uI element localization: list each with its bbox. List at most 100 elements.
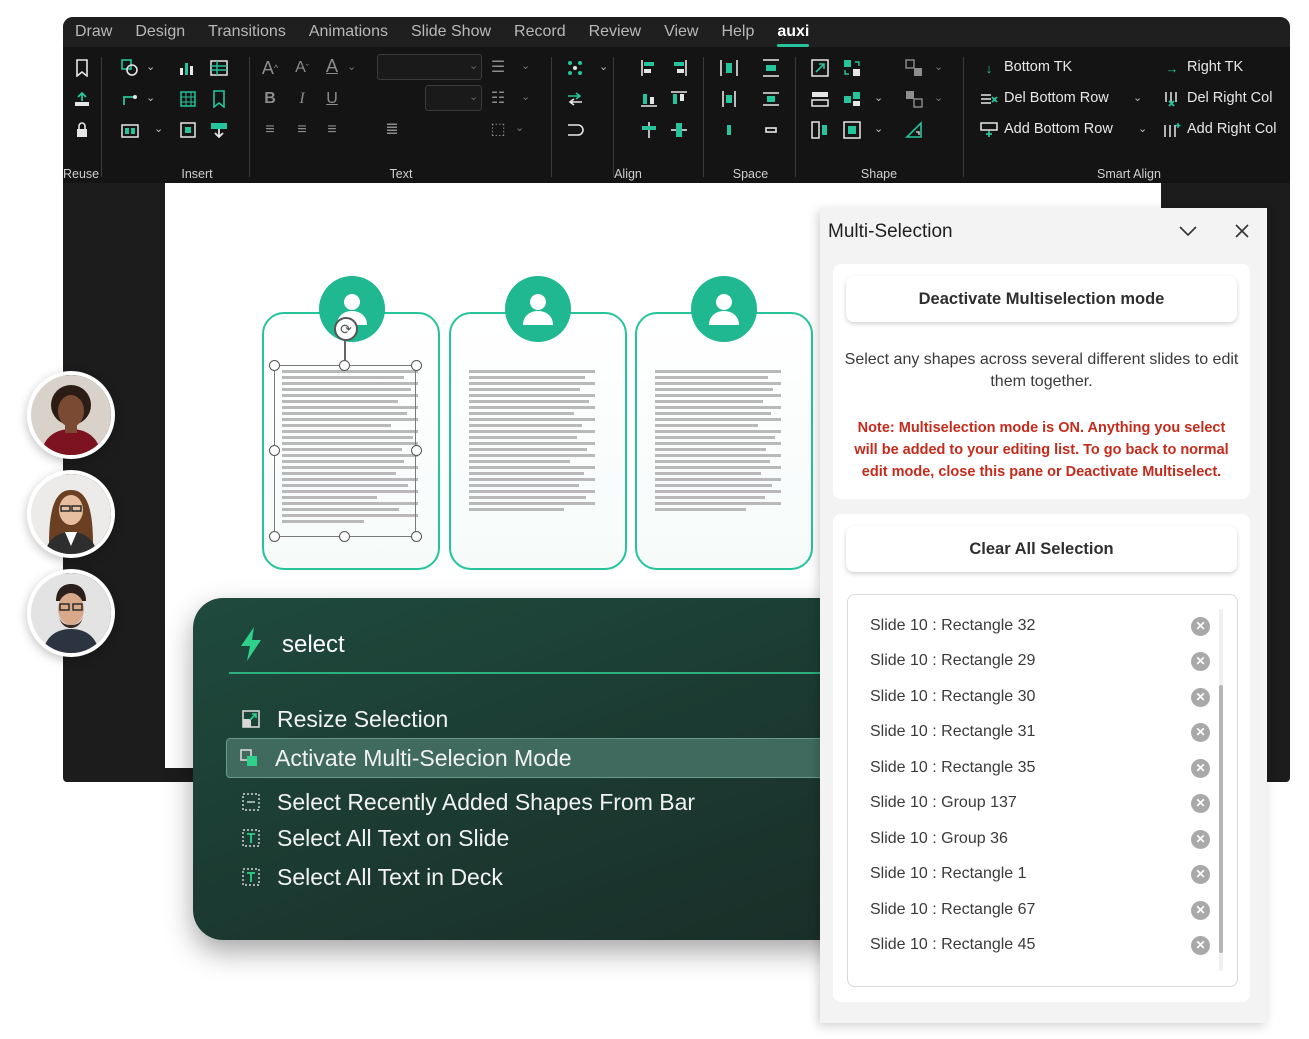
- tab-auxi[interactable]: auxi: [777, 23, 810, 47]
- table-icon[interactable]: [208, 57, 230, 79]
- chevron-down-icon[interactable]: ⌄: [469, 59, 478, 72]
- italic-icon[interactable]: I: [291, 88, 313, 110]
- resize-handle[interactable]: [411, 360, 422, 371]
- clear-all-selection-button[interactable]: Clear All Selection: [846, 526, 1237, 572]
- align-center-vertical-icon[interactable]: [668, 119, 690, 141]
- search-input[interactable]: select: [282, 631, 345, 659]
- remove-icon[interactable]: ✕: [1191, 616, 1210, 636]
- link-shape-icon[interactable]: [564, 119, 586, 141]
- text-box-icon[interactable]: ⬚: [487, 119, 509, 141]
- remove-icon[interactable]: ✕: [1191, 722, 1210, 742]
- grid-icon[interactable]: [177, 88, 199, 110]
- distribute-horizontal-icon[interactable]: [718, 88, 740, 110]
- list-item[interactable]: Slide 10 : Rectangle 45 ✕: [870, 931, 1210, 959]
- list-item[interactable]: Slide 10 : Group 137 ✕: [870, 789, 1210, 817]
- align-right-icon[interactable]: ≡: [321, 119, 343, 141]
- scatter-icon[interactable]: [564, 57, 586, 79]
- font-name-field[interactable]: [377, 54, 482, 80]
- stack-shapes-icon[interactable]: [809, 88, 831, 110]
- upload-icon[interactable]: [71, 88, 93, 110]
- chevron-down-icon[interactable]: ⌄: [1138, 122, 1147, 135]
- resize-handle[interactable]: [411, 531, 422, 542]
- palette-item-select-text-slide[interactable]: Select All Text on Slide: [229, 819, 849, 857]
- chevron-down-icon[interactable]: ⌄: [599, 60, 608, 73]
- bullets-icon[interactable]: ☰: [487, 57, 509, 79]
- tab-record[interactable]: Record: [514, 23, 566, 41]
- rotate-handle-icon[interactable]: ⟳: [334, 317, 358, 341]
- add-row-icon[interactable]: [978, 119, 1000, 141]
- right-tk-button[interactable]: Right TK: [1187, 59, 1243, 75]
- resize-handle[interactable]: [339, 360, 350, 371]
- chevron-down-icon[interactable]: ⌄: [934, 91, 943, 104]
- tab-view[interactable]: View: [664, 23, 698, 41]
- palette-search[interactable]: select: [229, 624, 853, 674]
- space-horizontal-icon[interactable]: [718, 57, 740, 79]
- chevron-down-icon[interactable]: ⌄: [934, 60, 943, 73]
- list-item[interactable]: Slide 10 : Rectangle 67 ✕: [870, 896, 1210, 924]
- list-item[interactable]: Slide 10 : Rectangle 35 ✕: [870, 754, 1210, 782]
- chevron-down-icon[interactable]: ⌄: [1133, 91, 1142, 104]
- crop-grid-icon[interactable]: [841, 119, 863, 141]
- chevron-down-icon[interactable]: ⌄: [874, 122, 883, 135]
- resize-shape-icon[interactable]: [809, 57, 831, 79]
- layout-icon[interactable]: [119, 119, 141, 141]
- tab-draw[interactable]: Draw: [75, 23, 112, 41]
- ungroup-icon[interactable]: [903, 88, 925, 110]
- deactivate-multiselection-button[interactable]: Deactivate Multiselection mode: [846, 276, 1237, 322]
- swap-icon[interactable]: [564, 88, 586, 110]
- chevron-down-icon[interactable]: ⌄: [469, 90, 478, 103]
- chevron-down-icon[interactable]: ⌄: [874, 91, 883, 104]
- remove-space-h-icon[interactable]: [718, 119, 740, 141]
- remove-icon[interactable]: ✕: [1191, 864, 1210, 884]
- space-vertical-icon[interactable]: [760, 57, 782, 79]
- underline-icon[interactable]: U: [321, 88, 343, 110]
- font-grow-icon[interactable]: A ^: [259, 57, 281, 79]
- stamp-icon[interactable]: [208, 119, 230, 141]
- chevron-down-icon[interactable]: ⌄: [515, 121, 524, 134]
- remove-space-v-icon[interactable]: [760, 119, 782, 141]
- delete-column-icon[interactable]: [1161, 88, 1183, 110]
- chevron-down-icon[interactable]: ⌄: [347, 60, 356, 73]
- text-block[interactable]: [469, 370, 595, 514]
- tab-design[interactable]: Design: [135, 23, 185, 41]
- arrow-down-icon[interactable]: ↓: [978, 57, 1000, 79]
- list-item[interactable]: Slide 10 : Rectangle 1 ✕: [870, 860, 1210, 888]
- palette-item-activate-multiselection[interactable]: Activate Multi-Selecion Mode: [226, 738, 856, 778]
- resize-handle[interactable]: [411, 445, 422, 456]
- bookmark-icon[interactable]: [71, 57, 93, 79]
- bookmark-icon[interactable]: [208, 88, 230, 110]
- frame-icon[interactable]: [177, 119, 199, 141]
- palette-item-select-recent-shapes[interactable]: Select Recently Added Shapes From Bar: [229, 783, 849, 821]
- del-right-col-button[interactable]: Del Right Col: [1187, 90, 1272, 106]
- tab-help[interactable]: Help: [721, 23, 754, 41]
- align-bottom-edge-icon[interactable]: [638, 88, 660, 110]
- font-shrink-icon[interactable]: Aˇ: [291, 57, 313, 79]
- add-right-col-button[interactable]: Add Right Col: [1187, 121, 1276, 137]
- resize-handle[interactable]: [339, 531, 350, 542]
- chevron-down-icon[interactable]: [1177, 220, 1199, 242]
- list-item[interactable]: Slide 10 : Rectangle 30 ✕: [870, 683, 1210, 711]
- arrow-right-icon[interactable]: →: [1161, 57, 1183, 79]
- add-bottom-row-button[interactable]: Add Bottom Row: [1004, 121, 1113, 137]
- palette-item-resize-selection[interactable]: Resize Selection: [229, 700, 849, 738]
- text-block[interactable]: [655, 370, 781, 514]
- justify-icon[interactable]: ≣: [381, 119, 403, 141]
- del-bottom-row-button[interactable]: Del Bottom Row: [1004, 90, 1109, 106]
- scrollbar-thumb[interactable]: [1219, 685, 1223, 953]
- triangle-ruler-icon[interactable]: [903, 119, 925, 141]
- remove-icon[interactable]: ✕: [1191, 651, 1210, 671]
- resize-handle[interactable]: [269, 531, 280, 542]
- tab-animations[interactable]: Animations: [309, 23, 388, 41]
- remove-icon[interactable]: ✕: [1191, 935, 1210, 955]
- swap-shapes-icon[interactable]: [841, 57, 863, 79]
- tab-slide-show[interactable]: Slide Show: [411, 23, 491, 41]
- resize-handle[interactable]: [269, 445, 280, 456]
- numbering-icon[interactable]: ☷: [487, 88, 509, 110]
- bottom-tk-button[interactable]: Bottom TK: [1004, 59, 1072, 75]
- align-left-icon[interactable]: ≡: [259, 119, 281, 141]
- list-item[interactable]: Slide 10 : Rectangle 29 ✕: [870, 647, 1210, 675]
- remove-icon[interactable]: ✕: [1191, 793, 1210, 813]
- remove-icon[interactable]: ✕: [1191, 900, 1210, 920]
- add-column-icon[interactable]: [1161, 119, 1183, 141]
- chevron-down-icon[interactable]: ⌄: [521, 59, 530, 72]
